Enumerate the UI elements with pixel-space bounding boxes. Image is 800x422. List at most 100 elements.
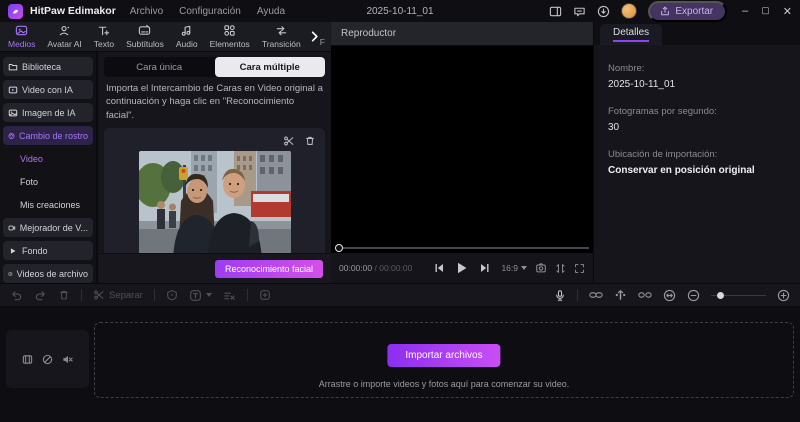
tab-elementos-label: Elementos: [210, 39, 250, 49]
media-icon: [15, 24, 28, 37]
menu-ayuda[interactable]: Ayuda: [257, 6, 285, 17]
tab-elementos[interactable]: Elementos: [204, 22, 256, 51]
previous-frame-icon[interactable]: [435, 263, 444, 273]
trim-scissors-icon[interactable]: [283, 135, 295, 147]
minimize-button[interactable]: –: [742, 5, 748, 18]
field-value-ubicacion: Conservar en posición original: [608, 165, 786, 176]
media-dropzone[interactable]: Importar archivos Arrastre o importe vid…: [94, 322, 794, 398]
export-label: Exportar: [675, 6, 713, 17]
import-files-button[interactable]: Importar archivos: [387, 344, 500, 367]
seek-handle[interactable]: [335, 244, 343, 252]
menu-archivo[interactable]: Archivo: [130, 6, 163, 17]
aspect-ratio-dropdown[interactable]: 16:9: [501, 263, 527, 273]
play-icon[interactable]: [457, 262, 467, 274]
feedback-icon[interactable]: [573, 5, 586, 18]
video-viewport[interactable]: [331, 46, 593, 243]
sidebar-item-imagen-de-ia[interactable]: Imagen de IA: [3, 103, 93, 122]
sidebar-subitem-mis-creaciones[interactable]: Mis creaciones: [3, 195, 93, 214]
toolbar-divider: [577, 289, 578, 301]
tab-texto[interactable]: Texto: [88, 22, 120, 51]
toolbar-divider: [81, 289, 82, 301]
source-video-thumbnail[interactable]: [139, 151, 291, 259]
sidebar-item-fondo[interactable]: Fondo: [3, 241, 93, 260]
tab-subtitulos[interactable]: Subtítulos: [120, 22, 170, 51]
sidebar-subitem-foto[interactable]: Foto: [3, 172, 93, 191]
dropzone-hint: Arrastre o importe videos y fotos aquí p…: [95, 379, 793, 389]
maximize-button[interactable]: ▢: [761, 5, 770, 18]
export-button[interactable]: Exportar: [648, 1, 727, 22]
field-value-nombre: 2025-10-11_01: [608, 79, 786, 90]
fullscreen-icon[interactable]: [574, 263, 585, 274]
layout-icon[interactable]: [549, 5, 562, 18]
split-button[interactable]: Separar: [93, 289, 143, 301]
avatar-ai-icon: [58, 24, 71, 37]
elements-icon: [223, 24, 236, 37]
remove-subtitles-icon[interactable]: [223, 289, 236, 302]
next-frame-icon[interactable]: [480, 263, 489, 273]
tab-cara-multiple[interactable]: Cara múltiple: [215, 57, 326, 77]
current-time: 00:00:00: [339, 263, 372, 273]
sidebar-label: Video: [20, 154, 43, 164]
face-recognition-button[interactable]: Reconocimiento facial: [215, 260, 323, 278]
redo-button[interactable]: [34, 289, 47, 302]
field-label-fps: Fotogramas por segundo:: [608, 106, 786, 117]
tabs-scroll-right-icon[interactable]: [309, 30, 320, 43]
sidebar-item-video-con-ia[interactable]: Video con IA: [3, 80, 93, 99]
tab-detalles[interactable]: Detalles: [600, 24, 662, 45]
text-icon: [97, 24, 110, 37]
timeline-zoom-slider[interactable]: [711, 290, 766, 300]
player-title: Reproductor: [341, 28, 396, 39]
sidebar-item-biblioteca[interactable]: Biblioteca: [3, 57, 93, 76]
delete-button[interactable]: [58, 289, 70, 301]
ai-image-icon: [8, 108, 18, 118]
freeze-frame-icon[interactable]: [259, 289, 271, 301]
user-avatar[interactable]: [621, 3, 637, 19]
source-video-card[interactable]: [104, 128, 325, 267]
stock-video-icon: [8, 269, 13, 279]
sidebar-item-mejorador-de-video[interactable]: Mejorador de V...: [3, 218, 93, 237]
zoom-slider-handle[interactable]: [717, 292, 724, 299]
timecode: 00:00:00 / 00:00:00: [339, 263, 412, 273]
split-label: Separar: [109, 290, 143, 301]
snapshot-icon[interactable]: [535, 262, 547, 274]
detach-player-icon[interactable]: [555, 263, 566, 274]
tab-transicion[interactable]: Transición: [256, 22, 307, 51]
caret-down-icon: [206, 293, 212, 297]
download-icon[interactable]: [597, 5, 610, 18]
magnetic-timeline-button[interactable]: [614, 289, 627, 301]
details-tab-label: Detalles: [613, 27, 649, 42]
menu-configuracion[interactable]: Configuración: [179, 6, 241, 17]
toolbar-divider: [247, 289, 248, 301]
tab-avatar-ai[interactable]: Avatar AI: [41, 22, 87, 51]
sidebar-item-cambio-de-rostro[interactable]: Cambio de rostro: [3, 126, 93, 145]
delete-clip-icon[interactable]: [304, 135, 316, 147]
sidebar: Biblioteca Video con IA Imagen de IA Cam…: [0, 52, 96, 283]
seek-bar[interactable]: [331, 243, 593, 253]
sidebar-item-videos-de-archivo[interactable]: Videos de archivo: [3, 264, 93, 283]
subtitles-icon: [138, 24, 151, 37]
titlebar: HitPaw Edimakor Archivo Configuración Ay…: [0, 0, 800, 22]
sidebar-subitem-video[interactable]: Video: [3, 149, 93, 168]
tab-medios[interactable]: Medios: [2, 22, 41, 51]
zoom-in-button[interactable]: [777, 289, 790, 302]
mute-track-icon[interactable]: [62, 354, 73, 365]
aspect-ratio-value: 16:9: [501, 263, 518, 273]
sidebar-label: Fondo: [22, 246, 48, 256]
tab-audio[interactable]: Audio: [170, 22, 204, 51]
link-clips-button[interactable]: [589, 289, 603, 301]
details-body: Nombre: 2025-10-11_01 Fotogramas por seg…: [594, 45, 800, 283]
seek-track: [335, 247, 589, 249]
fit-timeline-button[interactable]: [663, 289, 676, 302]
sticker-shield-icon[interactable]: [166, 289, 178, 301]
tab-cara-unica[interactable]: Cara única: [104, 57, 215, 77]
track-thumbnail-icon[interactable]: [22, 354, 33, 365]
close-button[interactable]: ✕: [783, 5, 792, 18]
unlink-clips-button[interactable]: [638, 289, 652, 301]
microphone-button[interactable]: [554, 289, 566, 302]
undo-button[interactable]: [10, 289, 23, 302]
text-tool-dropdown[interactable]: [189, 289, 212, 302]
hide-track-icon[interactable]: [42, 354, 53, 365]
media-tabstrip: Medios Avatar AI Texto Subtítulos Audio …: [0, 22, 331, 52]
zoom-out-button[interactable]: [687, 289, 700, 302]
face-swap-panel: Cara única Cara múltiple Importa el Inte…: [97, 52, 331, 283]
